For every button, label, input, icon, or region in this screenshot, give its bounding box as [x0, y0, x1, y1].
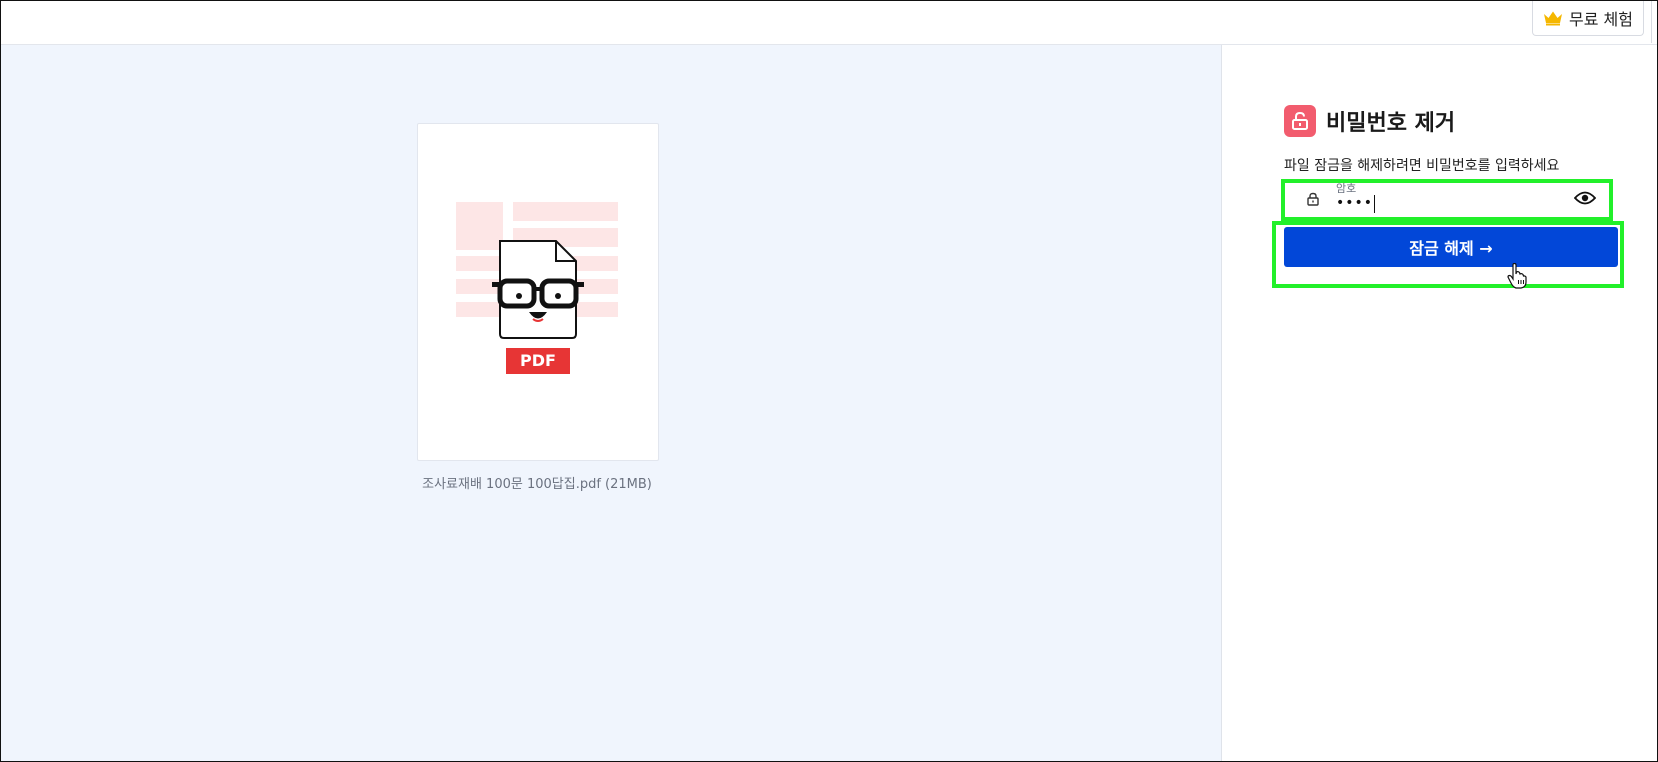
- app-window: 무료 체험 PDF 조사료재배 100문 100답집.pdf (21MB) 비밀…: [0, 0, 1658, 762]
- file-preview-area: PDF 조사료재배 100문 100답집.pdf (21MB): [1, 45, 1222, 761]
- tool-panel: 비밀번호 제거 파일 잠금을 해제하려면 비밀번호를 입력하세요 암호 ••••: [1222, 45, 1657, 761]
- password-input[interactable]: ••••: [1336, 195, 1376, 213]
- unlock-button-label: 잠금 해제 →: [1409, 239, 1493, 258]
- unlock-button[interactable]: 잠금 해제 →: [1284, 227, 1618, 267]
- top-bar: 무료 체험: [1, 1, 1657, 45]
- eye-icon[interactable]: [1573, 190, 1597, 210]
- file-thumbnail-card[interactable]: PDF: [417, 123, 659, 461]
- tool-header: 비밀번호 제거: [1284, 105, 1455, 137]
- page-title: 비밀번호 제거: [1326, 111, 1456, 136]
- free-trial-label: 무료 체험: [1569, 10, 1633, 29]
- free-trial-button[interactable]: 무료 체험: [1532, 1, 1644, 36]
- hand-cursor-icon: [1507, 262, 1527, 293]
- pdf-mascot-illustration: [456, 202, 618, 374]
- top-bar-edge: [1651, 1, 1657, 43]
- pdf-badge-label: PDF: [520, 351, 556, 370]
- lock-icon: [1306, 191, 1320, 210]
- password-field[interactable]: 암호 ••••: [1286, 182, 1608, 217]
- instruction-text: 파일 잠금을 해제하려면 비밀번호를 입력하세요: [1284, 158, 1560, 174]
- crown-icon: [1543, 10, 1563, 26]
- password-label: 암호: [1336, 182, 1357, 195]
- file-name: 조사료재배 100문 100답집.pdf (21MB): [422, 477, 652, 492]
- unlock-icon: [1284, 105, 1316, 137]
